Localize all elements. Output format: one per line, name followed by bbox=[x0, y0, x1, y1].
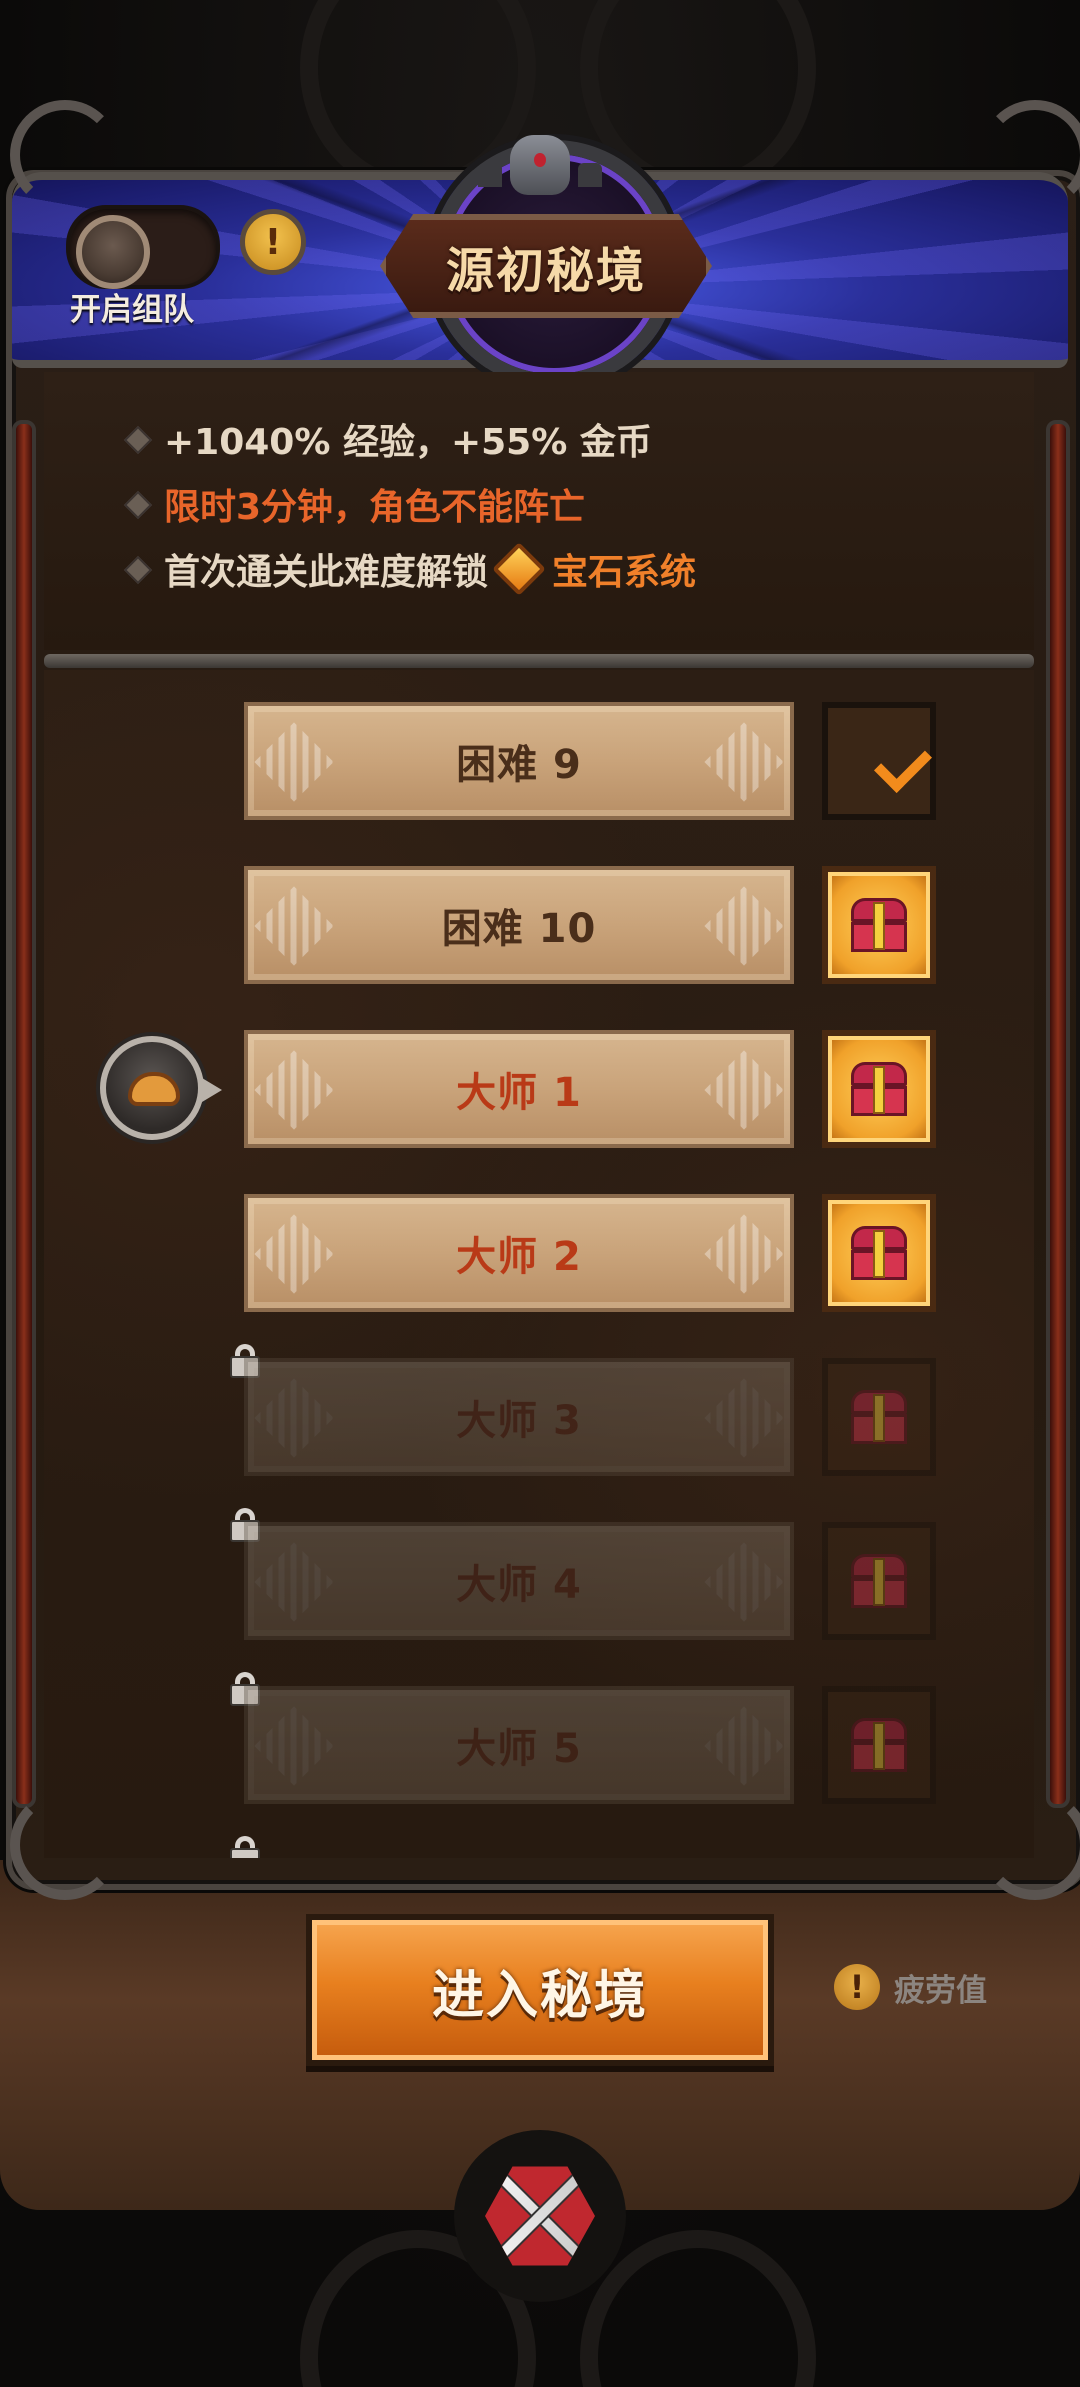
info-line-rewards: +1040% 经验，+55% 金币 bbox=[164, 422, 652, 463]
right-rail bbox=[1046, 420, 1070, 1808]
difficulty-row-locked[interactable]: 大师 3 bbox=[44, 1344, 1034, 1478]
title-plate: 源初秘境 bbox=[380, 214, 712, 318]
exclamation-icon: ! bbox=[834, 1964, 880, 2010]
info-line-unlock: 首次通关此难度解锁 宝石系统 bbox=[164, 542, 697, 596]
treasure-chest-icon bbox=[851, 898, 907, 952]
fatigue-info[interactable]: ! 疲劳值 bbox=[834, 1964, 987, 2010]
team-toggle[interactable] bbox=[66, 205, 220, 289]
team-toggle-label: 开启组队 bbox=[70, 292, 194, 328]
crossed-swords-icon bbox=[485, 2166, 595, 2266]
page-title: 源初秘境 bbox=[445, 243, 646, 299]
game-screen: 源初秘境 开启组队 ! +1040% 经验，+55% 金币 限时3分钟，角色不能… bbox=[0, 0, 1080, 2387]
divider bbox=[44, 654, 1034, 668]
enter-dungeon-label: 进入秘境 bbox=[431, 1965, 648, 2026]
battle-menu-button[interactable] bbox=[454, 2130, 626, 2302]
difficulty-row-locked[interactable] bbox=[44, 1836, 1034, 1858]
exclamation-icon: ! bbox=[264, 221, 282, 263]
lock-icon bbox=[230, 1836, 260, 1858]
reward-chest-locked[interactable] bbox=[822, 1686, 936, 1804]
difficulty-list[interactable]: 困难 9 困难 10 大师 1 大师 2 大师 3 大师 4 大师 5 bbox=[44, 670, 1034, 1858]
difficulty-plate[interactable]: 大师 4 bbox=[244, 1522, 794, 1640]
toggle-knob bbox=[76, 215, 150, 289]
difficulty-row-locked[interactable]: 大师 5 bbox=[44, 1672, 1034, 1806]
corner-ornament bbox=[980, 100, 1080, 210]
info-button[interactable]: ! bbox=[240, 209, 306, 275]
gem-system-label: 宝石系统 bbox=[552, 552, 697, 593]
left-rail bbox=[12, 420, 36, 1808]
corner-ornament bbox=[980, 1790, 1080, 1900]
reward-chest[interactable] bbox=[822, 1194, 936, 1312]
corner-ornament bbox=[10, 100, 120, 210]
difficulty-label: 大师 4 bbox=[456, 1562, 582, 1608]
treasure-chest-icon bbox=[851, 1718, 907, 1772]
gem-icon bbox=[492, 542, 546, 596]
difficulty-plate[interactable]: 大师 3 bbox=[244, 1358, 794, 1476]
difficulty-label: 大师 5 bbox=[456, 1726, 582, 1772]
difficulty-plate[interactable]: 困难 9 bbox=[244, 702, 794, 820]
difficulty-row[interactable]: 大师 2 bbox=[44, 1194, 1034, 1314]
difficulty-plate[interactable]: 大师 2 bbox=[244, 1194, 794, 1312]
info-line-time-limit: 限时3分钟，角色不能阵亡 bbox=[164, 487, 586, 528]
treasure-chest-icon bbox=[851, 1226, 907, 1280]
difficulty-label: 困难 9 bbox=[456, 742, 582, 788]
difficulty-label: 困难 10 bbox=[441, 906, 597, 952]
reward-chest[interactable] bbox=[822, 1030, 936, 1148]
difficulty-row[interactable]: 困难 10 bbox=[44, 866, 1034, 986]
treasure-chest-icon bbox=[851, 1062, 907, 1116]
treasure-chest-icon bbox=[851, 1390, 907, 1444]
difficulty-label: 大师 3 bbox=[456, 1398, 582, 1444]
enter-dungeon-button[interactable]: 进入秘境 bbox=[306, 1914, 774, 2066]
skull-emblem-icon bbox=[510, 135, 570, 195]
fatigue-label: 疲劳值 bbox=[894, 1972, 987, 2009]
difficulty-label: 大师 1 bbox=[456, 1070, 582, 1116]
reward-chest[interactable] bbox=[822, 866, 936, 984]
difficulty-plate[interactable]: 大师 5 bbox=[244, 1686, 794, 1804]
reward-chest-claimed[interactable] bbox=[822, 702, 936, 820]
difficulty-plate[interactable]: 困难 10 bbox=[244, 866, 794, 984]
unlock-text: 首次通关此难度解锁 bbox=[164, 552, 489, 593]
difficulty-row-locked[interactable]: 大师 4 bbox=[44, 1508, 1034, 1642]
difficulty-row[interactable]: 困难 9 bbox=[44, 702, 1034, 822]
corner-ornament bbox=[10, 1790, 120, 1900]
difficulty-plate[interactable]: 大师 1 bbox=[244, 1030, 794, 1148]
reward-chest-locked[interactable] bbox=[822, 1522, 936, 1640]
hand-icon bbox=[128, 1072, 180, 1106]
current-progress-marker bbox=[100, 1036, 222, 1140]
check-icon bbox=[874, 735, 932, 793]
treasure-chest-icon bbox=[851, 1554, 907, 1608]
difficulty-label: 大师 2 bbox=[456, 1234, 582, 1280]
reward-chest-locked[interactable] bbox=[822, 1358, 936, 1476]
